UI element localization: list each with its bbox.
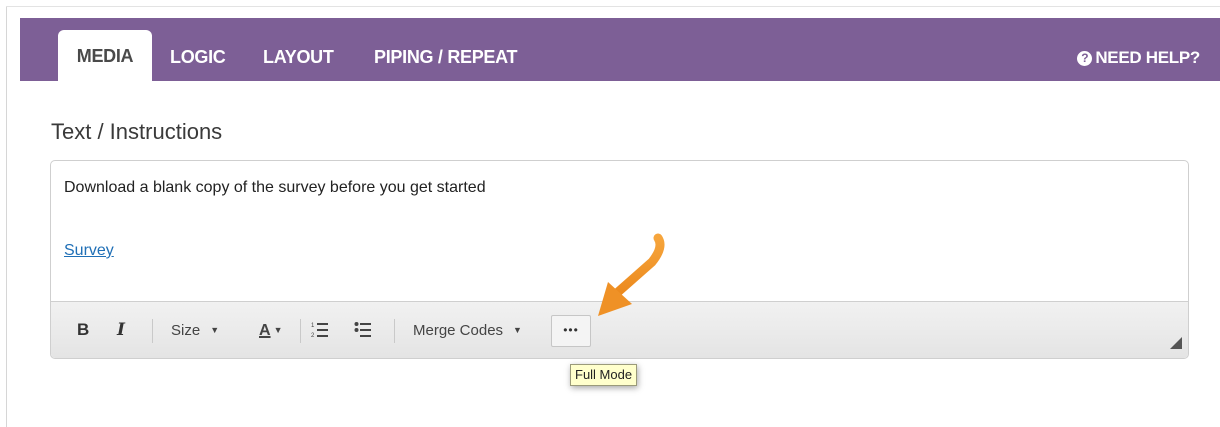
- toolbar-divider: [152, 319, 153, 343]
- section-title: Text / Instructions: [51, 119, 223, 144]
- text-color-dropdown[interactable]: A ▼: [259, 318, 282, 342]
- chevron-down-icon: ▼: [273, 325, 283, 335]
- need-help-link[interactable]: ? NEED HELP?: [1077, 34, 1200, 81]
- tab-piping-repeat[interactable]: PIPING / REPEAT: [374, 34, 518, 81]
- chevron-down-icon: ▼: [513, 325, 522, 335]
- bullet-list-button[interactable]: [354, 318, 374, 342]
- italic-button[interactable]: I: [117, 318, 125, 342]
- tab-bar: MEDIA LOGIC LAYOUT PIPING / REPEAT ? NEED…: [20, 18, 1220, 81]
- question-circle-icon: ?: [1077, 51, 1093, 66]
- full-mode-tooltip: Full Mode: [570, 364, 638, 386]
- merge-codes-label: Merge Codes: [413, 322, 504, 339]
- ordered-list-icon: 1 2: [311, 323, 328, 339]
- svg-text:1: 1: [311, 323, 315, 329]
- resize-handle-icon[interactable]: [1170, 337, 1182, 349]
- font-size-dropdown[interactable]: Size ▼: [171, 318, 219, 342]
- bullet-list-icon: [354, 322, 371, 337]
- text-color-icon: A: [259, 322, 271, 339]
- toolbar-divider: [394, 319, 395, 343]
- frame-border-left: [6, 6, 7, 427]
- tab-layout[interactable]: LAYOUT: [263, 34, 334, 81]
- need-help-label: NEED HELP?: [1095, 48, 1200, 67]
- frame-border-top: [6, 6, 1220, 7]
- ordered-list-button[interactable]: 1 2: [311, 318, 331, 342]
- survey-link[interactable]: Survey: [64, 242, 114, 260]
- bold-button[interactable]: B: [77, 318, 89, 342]
- editor-paragraph: Download a blank copy of the survey befo…: [64, 179, 486, 196]
- svg-text:2: 2: [311, 333, 315, 339]
- tab-media[interactable]: MEDIA: [58, 30, 152, 81]
- font-size-label: Size: [171, 322, 201, 339]
- toolbar-divider: [300, 319, 301, 343]
- annotation-arrow-icon: [598, 233, 665, 316]
- merge-codes-dropdown[interactable]: Merge Codes ▼: [413, 318, 522, 342]
- chevron-down-icon: ▼: [210, 325, 220, 335]
- tab-logic[interactable]: LOGIC: [170, 34, 226, 81]
